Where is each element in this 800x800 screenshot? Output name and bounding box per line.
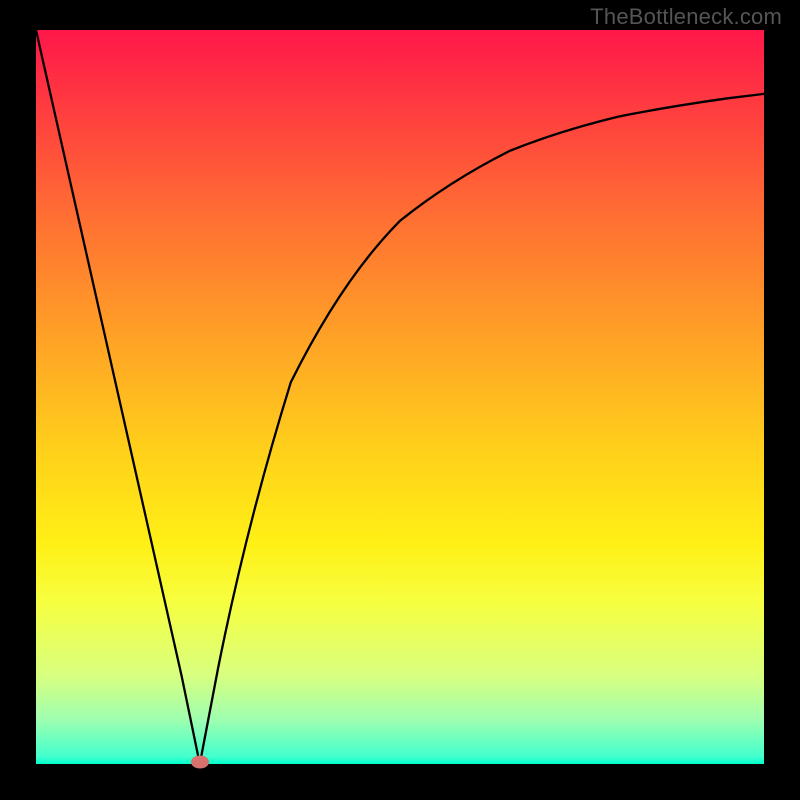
watermark-text: TheBottleneck.com bbox=[590, 4, 782, 30]
chart-frame: TheBottleneck.com bbox=[0, 0, 800, 800]
plot-area bbox=[36, 30, 764, 764]
marker-dot bbox=[191, 756, 209, 769]
curve-path bbox=[36, 30, 764, 764]
bottleneck-curve bbox=[36, 30, 764, 764]
